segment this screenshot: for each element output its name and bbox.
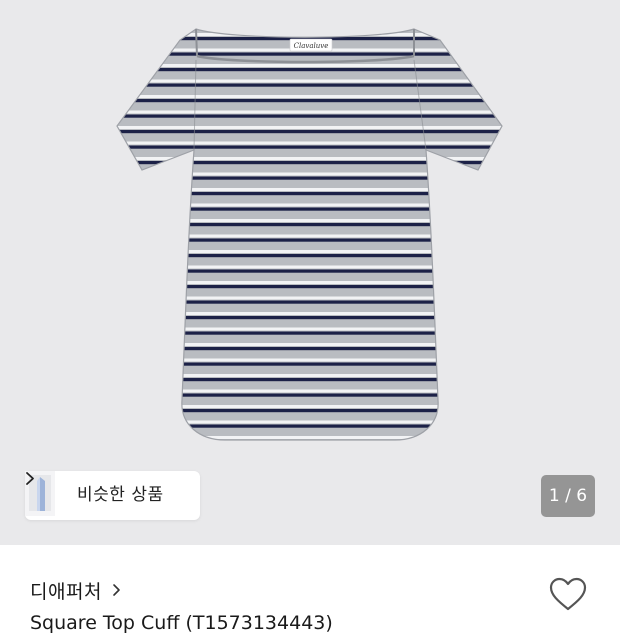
shirt-stripe-light [117,343,502,346]
shirt-stripe-navy [117,130,502,134]
shirt-stripe-navy [117,254,502,258]
shirt-stripe-light [117,281,502,284]
shirt-stripe-navy [117,316,502,320]
shirt-stripe-navy [117,145,502,149]
brand-link[interactable]: 디애퍼처 [30,574,121,606]
shirt-stripe-light [117,420,502,424]
shirt-stripe-light [117,265,502,269]
product-name: Square Top Cuff (T1573134443) [30,612,333,634]
shirt-stripe-light [117,110,502,114]
shirt-stripe-navy [117,300,502,304]
shirt-stripe-light [117,234,502,238]
shirt-stripe-navy [117,424,502,428]
shirt-stripe-light [117,172,502,176]
shirt-stripe-navy [117,378,502,382]
product-image: Clavaluve [100,28,520,470]
shirt-stripe-light [117,33,502,36]
shirt-stripe-navy [117,238,502,242]
similar-products-label: 비슷한 상품 [77,485,164,505]
product-image-carousel[interactable]: Clavaluve 비슷한 상품 1 / 6 [0,0,620,545]
similar-products-button[interactable]: 비슷한 상품 [25,471,200,520]
shirt-stripe-navy [117,68,502,72]
heart-icon[interactable] [548,576,588,614]
brand-name: 디애퍼처 [30,580,102,603]
shirt-stripe-navy [117,223,502,227]
shirt-stripe-light [117,188,502,191]
shirt-stripe-light [117,405,502,408]
shirt-stripe-navy [100,456,520,459]
shirt-stripe-light [117,374,502,377]
shirt-stripe-light [100,467,520,470]
shirt-stripe-light [117,296,502,300]
shirt-stripe-navy [117,285,502,289]
shirt-stripe-light [100,452,520,455]
shirt-stripe-navy [117,362,502,366]
shirt-stripe-light [117,203,502,207]
shirt-stripe-light [117,436,502,439]
shirt-stripe-navy [117,207,502,211]
shirt-stripe-navy [117,99,502,103]
shirt-stripe-light [117,250,502,253]
shirt-stripe-light [117,141,502,145]
shirt-stripe-light [117,95,502,98]
shirt-stripe-navy [117,114,502,118]
shirt-stripe-navy [117,331,502,335]
shirt-stripe-navy [117,176,502,180]
shirt-stripe-light [117,219,502,222]
shirt-stripe-light [117,358,502,362]
chevron-right-icon [113,584,120,596]
shirt-stripe-navy [117,393,502,397]
chevron-right-icon [26,472,34,485]
svg-text:Clavaluve: Clavaluve [294,42,329,50]
shirt-stripe-navy [117,83,502,87]
shirt-stripe-light [117,157,502,160]
shirt-stripe-light [117,327,502,331]
shirt-stripe-light [117,389,502,393]
image-counter: 1 / 6 [541,475,595,517]
shirt-stripe-navy [117,269,502,273]
neck-label: Clavaluve [289,38,333,52]
shirt-stripe-light [117,312,502,315]
shirt-stripe-navy [117,52,502,56]
shirt-stripe-navy [117,347,502,351]
shirt-stripe-light [117,126,502,129]
shirt-stripe-navy [117,192,502,196]
shirt-stripe-light [117,79,502,83]
shirt-stripe-navy [117,409,502,413]
